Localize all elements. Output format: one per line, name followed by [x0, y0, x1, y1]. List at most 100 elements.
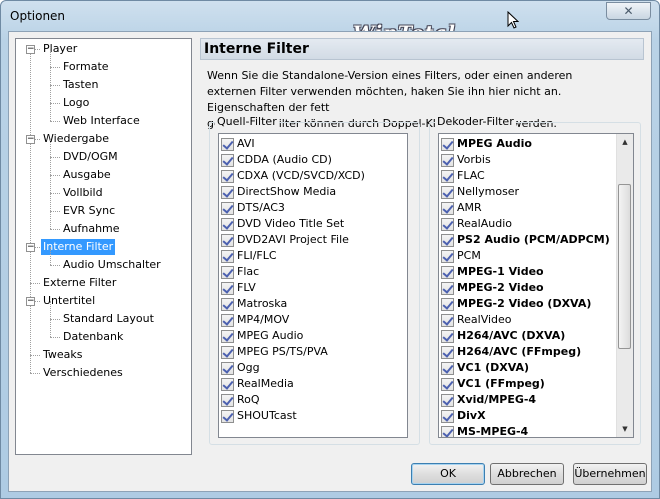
tree-item[interactable]: EVR Sync [61, 203, 117, 219]
tree-item[interactable]: Datenbank [61, 329, 125, 345]
dialog-client: Player − Formate Tasten Logo Web Interface Wie… [8, 31, 652, 492]
scroll-down-icon[interactable]: ▼ [617, 421, 633, 437]
checkbox[interactable] [221, 202, 234, 215]
checkbox[interactable] [221, 410, 234, 423]
checkbox[interactable] [441, 202, 454, 215]
filter-label: MPEG-2 Video [457, 281, 544, 294]
checkbox[interactable] [221, 282, 234, 295]
scrollbar-thumb[interactable] [618, 184, 631, 349]
ok-button[interactable]: OK [411, 463, 485, 485]
checkbox[interactable] [221, 170, 234, 183]
checkbox[interactable] [221, 138, 234, 151]
filter-label: AVI [237, 137, 255, 150]
tree-connector [50, 229, 60, 230]
checkbox[interactable] [221, 298, 234, 311]
checkbox[interactable] [441, 410, 454, 423]
checkbox[interactable] [441, 154, 454, 167]
options-tree[interactable]: Player − Formate Tasten Logo Web Interface Wie… [15, 38, 192, 455]
filter-label: DirectShow Media [237, 185, 337, 198]
checkbox[interactable] [441, 266, 454, 279]
tree-item[interactable]: Tasten [61, 77, 100, 93]
checkbox[interactable] [441, 282, 454, 295]
checkbox[interactable] [441, 186, 454, 199]
decoder-filter-label: Dekoder-Filter [435, 115, 516, 129]
collapse-icon[interactable]: − [26, 135, 35, 144]
checkbox[interactable] [441, 234, 454, 247]
checkbox[interactable] [221, 186, 234, 199]
tree-item[interactable]: Externe Filter [41, 275, 118, 291]
checkbox[interactable] [441, 426, 454, 437]
checkbox[interactable] [221, 154, 234, 167]
collapse-icon[interactable]: − [26, 243, 35, 252]
tree-item[interactable]: Ausgabe [61, 167, 113, 183]
tree-connector [50, 67, 60, 68]
tree-connector [30, 355, 40, 356]
tree-connector [50, 157, 51, 175]
tree-item[interactable]: Player [41, 41, 79, 57]
filter-label: Ogg [237, 361, 260, 374]
options-window: Optionen WinTotal ✕ Player−FormateTasten… [0, 0, 660, 499]
filter-label: H264/AVC (FFmpeg) [457, 345, 582, 358]
checkbox[interactable] [441, 330, 454, 343]
checkbox[interactable] [221, 250, 234, 263]
checkbox[interactable] [441, 298, 454, 311]
tree-item[interactable]: Vollbild [61, 185, 105, 201]
scroll-up-icon[interactable]: ▲ [617, 134, 633, 150]
checkbox[interactable] [221, 346, 234, 359]
filter-label: RealAudio [457, 217, 512, 230]
filter-label: DTS/AC3 [237, 201, 285, 214]
decoder-filter-list[interactable]: MS-MPEG-4 DivX Xvid/MPEG-4 VC1 (FFmpeg) VC1 … [438, 133, 634, 438]
collapse-icon[interactable]: − [26, 297, 35, 306]
tree-item[interactable]: DVD/OGM [61, 149, 120, 165]
filter-label: Xvid/MPEG-4 [457, 393, 537, 406]
checkbox[interactable] [441, 218, 454, 231]
internal-filters-panel: Interne Filter Wenn Sie die Standalone-V… [200, 38, 644, 455]
filter-label: RealVideo [457, 313, 512, 326]
tree-connector [50, 121, 60, 122]
tree-connector [50, 157, 60, 158]
checkbox[interactable] [441, 138, 454, 151]
tree-item[interactable]: Web Interface [61, 113, 142, 129]
checkbox[interactable] [221, 266, 234, 279]
tree-item[interactable]: Verschiedenes [41, 365, 125, 381]
cancel-button[interactable]: Abbrechen [490, 463, 564, 485]
checkbox[interactable] [221, 394, 234, 407]
tree-item[interactable]: Standard Layout [61, 311, 156, 327]
tree-item[interactable]: Wiedergabe [41, 131, 111, 147]
tree-connector [50, 193, 51, 211]
checkbox[interactable] [221, 330, 234, 343]
apply-button[interactable]: Übernehmen [573, 463, 647, 485]
checkbox[interactable] [221, 362, 234, 375]
tree-connector [50, 211, 51, 229]
checkbox[interactable] [221, 218, 234, 231]
filter-label: FLI/FLC [237, 249, 277, 262]
tree-item[interactable]: Interne Filter [41, 239, 116, 255]
close-button[interactable]: ✕ [606, 2, 651, 20]
filter-label: RoQ [237, 393, 260, 406]
collapse-icon[interactable]: − [26, 45, 35, 54]
checkbox[interactable] [441, 250, 454, 263]
checkbox[interactable] [441, 378, 454, 391]
checkbox[interactable] [441, 394, 454, 407]
checkbox[interactable] [441, 346, 454, 359]
vertical-scrollbar[interactable]: ▲ ▼ [616, 134, 633, 437]
source-filter-list[interactable]: SHOUTcast RoQ RealMedia Ogg MPEG PS/TS/PVA MP… [218, 133, 408, 438]
tree-connector [50, 85, 51, 103]
checkbox[interactable] [441, 314, 454, 327]
filter-label: PS2 Audio (PCM/ADPCM) [457, 233, 610, 246]
tree-item[interactable]: Aufnahme [61, 221, 122, 237]
checkbox[interactable] [221, 234, 234, 247]
close-icon: ✕ [623, 4, 634, 18]
tree-item[interactable]: Audio Umschalter [61, 257, 163, 273]
checkbox[interactable] [221, 378, 234, 391]
tree-connector [50, 49, 51, 67]
checkbox[interactable] [221, 314, 234, 327]
tree-item[interactable]: Formate [61, 59, 111, 75]
checkbox[interactable] [441, 170, 454, 183]
filter-label: Matroska [237, 297, 288, 310]
tree-item[interactable]: Tweaks [41, 347, 85, 363]
checkbox[interactable] [441, 362, 454, 375]
title-bar[interactable]: Optionen WinTotal ✕ [1, 1, 659, 44]
tree-connector [30, 283, 40, 284]
tree-item[interactable]: Logo [61, 95, 91, 111]
